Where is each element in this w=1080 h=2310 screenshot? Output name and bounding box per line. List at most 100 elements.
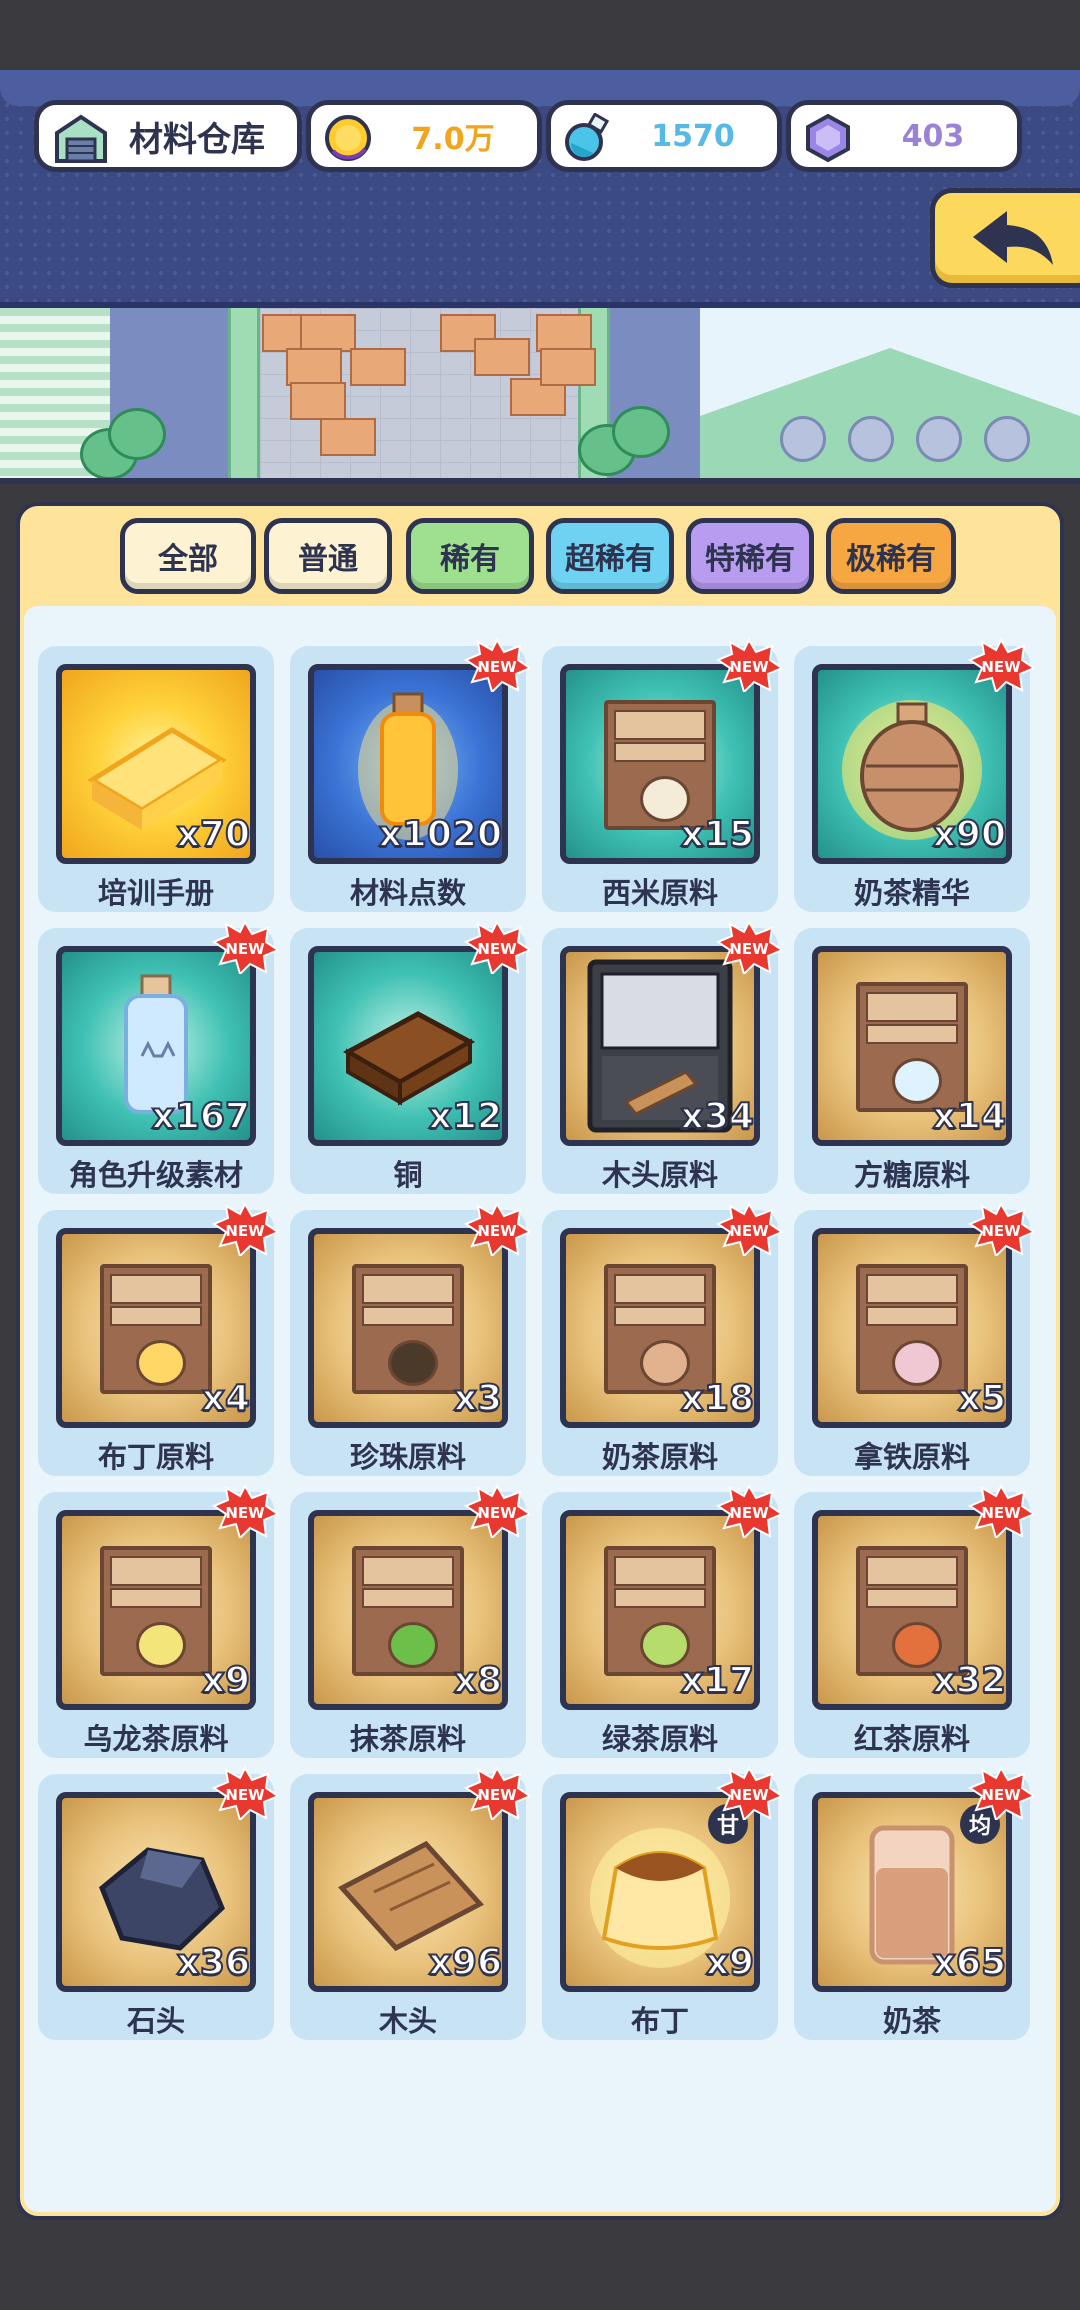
item-card[interactable]: x4 布丁原料 NEW	[38, 1202, 278, 1476]
svg-text:NEW: NEW	[729, 1786, 769, 1804]
item-name: 布丁原料	[97, 1440, 214, 1474]
item-quantity: x90	[932, 813, 1007, 856]
item-name: 奶茶	[882, 2004, 941, 2038]
item-name: 木头原料	[601, 1158, 718, 1192]
item-quantity: x32	[932, 1659, 1007, 1702]
svg-text:NEW: NEW	[477, 1504, 517, 1522]
new-badge-icon: NEW	[212, 920, 278, 974]
item-name: 材料点数	[349, 876, 466, 910]
item-card[interactable]: x9 乌龙茶原料 NEW	[38, 1484, 278, 1758]
item-quantity: x5	[957, 1377, 1007, 1420]
new-badge-icon: NEW	[464, 1766, 530, 1820]
warehouse-title-pill: 材料仓库	[34, 100, 302, 172]
item-name: 铜	[393, 1158, 423, 1192]
new-badge-icon: NEW	[464, 1484, 530, 1538]
svg-text:NEW: NEW	[225, 940, 265, 958]
item-card[interactable]: x1020 材料点数 NEW	[290, 638, 530, 912]
coin-icon	[325, 115, 371, 161]
item-card[interactable]: x5 拿铁原料 NEW	[794, 1202, 1034, 1476]
new-badge-icon: NEW	[968, 1202, 1034, 1256]
svg-text:NEW: NEW	[477, 658, 517, 676]
tab-1[interactable]: 普通	[264, 518, 392, 594]
svg-text:NEW: NEW	[225, 1222, 265, 1240]
new-badge-icon: NEW	[464, 1202, 530, 1256]
item-card[interactable]: x36 石头 NEW	[38, 1766, 278, 2040]
svg-text:NEW: NEW	[729, 1222, 769, 1240]
svg-text:NEW: NEW	[477, 1786, 517, 1804]
item-quantity: x9	[201, 1659, 251, 1702]
new-badge-icon: NEW	[716, 920, 782, 974]
item-card[interactable]: x17 绿茶原料 NEW	[542, 1484, 782, 1758]
item-name: 红茶原料	[853, 1722, 970, 1756]
svg-text:NEW: NEW	[225, 1786, 265, 1804]
svg-text:NEW: NEW	[225, 1504, 265, 1522]
new-badge-icon: NEW	[968, 1484, 1034, 1538]
gem-icon	[806, 113, 850, 163]
gem-counter[interactable]: 403	[786, 100, 1022, 172]
item-quantity: x14	[932, 1095, 1007, 1138]
item-name: 抹茶原料	[349, 1722, 466, 1756]
tab-4[interactable]: 特稀有	[686, 518, 814, 594]
item-quantity: x12	[428, 1095, 503, 1138]
warehouse-scene	[0, 308, 1080, 484]
item-card[interactable]: x34 木头原料 NEW	[542, 920, 782, 1194]
status-bar	[0, 0, 1080, 70]
item-name: 西米原料	[601, 876, 718, 910]
new-badge-icon: NEW	[464, 920, 530, 974]
item-card[interactable]: x65 奶茶均 NEW	[794, 1766, 1034, 2040]
item-quantity: x96	[428, 1941, 503, 1984]
item-card[interactable]: x32 红茶原料 NEW	[794, 1484, 1034, 1758]
tab-5[interactable]: 极稀有	[826, 518, 956, 594]
coin-counter[interactable]: 7.0万	[306, 100, 542, 172]
item-card[interactable]: x90 奶茶精华 NEW	[794, 638, 1034, 912]
coin-value: 7.0万	[411, 122, 495, 157]
item-card[interactable]: x96 木头 NEW	[290, 1766, 530, 2040]
potion-counter[interactable]: 1570	[546, 100, 782, 172]
item-card[interactable]: x15 西米原料 NEW	[542, 638, 782, 912]
svg-text:NEW: NEW	[981, 1786, 1021, 1804]
item-name: 绿茶原料	[601, 1722, 718, 1756]
item-quantity: x167	[151, 1095, 251, 1138]
svg-text:NEW: NEW	[477, 940, 517, 958]
new-badge-icon: NEW	[968, 638, 1034, 692]
item-card[interactable]: x14 方糖原料	[794, 928, 1030, 1194]
back-button[interactable]	[930, 188, 1080, 288]
item-card[interactable]: x18 奶茶原料 NEW	[542, 1202, 782, 1476]
svg-text:NEW: NEW	[729, 658, 769, 676]
item-card[interactable]: x167 角色升级素材 NEW	[38, 920, 278, 1194]
tab-3[interactable]: 超稀有	[546, 518, 674, 594]
new-badge-icon: NEW	[716, 1766, 782, 1820]
item-name: 角色升级素材	[68, 1158, 243, 1192]
item-quantity: x18	[680, 1377, 755, 1420]
item-card[interactable]: x9 布丁甘 NEW	[542, 1766, 782, 2040]
item-name: 布丁	[630, 2004, 689, 2038]
item-quantity: x15	[680, 813, 755, 856]
item-card[interactable]: x12 铜 NEW	[290, 920, 530, 1194]
svg-text:NEW: NEW	[981, 1222, 1021, 1240]
item-name: 石头	[126, 2004, 185, 2038]
tab-2[interactable]: 稀有	[406, 518, 534, 594]
new-badge-icon: NEW	[716, 1202, 782, 1256]
new-badge-icon: NEW	[212, 1484, 278, 1538]
item-name: 木头	[378, 2004, 437, 2038]
svg-text:NEW: NEW	[981, 1504, 1021, 1522]
tab-0[interactable]: 全部	[120, 518, 256, 594]
item-quantity: x34	[680, 1095, 755, 1138]
svg-text:NEW: NEW	[729, 940, 769, 958]
new-badge-icon: NEW	[716, 1484, 782, 1538]
item-name: 奶茶精华	[853, 876, 970, 910]
new-badge-icon: NEW	[464, 638, 530, 692]
item-quantity: x1020	[378, 813, 503, 856]
navigation-bar	[0, 2240, 1080, 2310]
potion-value: 1570	[651, 118, 735, 154]
new-badge-icon: NEW	[968, 1766, 1034, 1820]
item-quantity: x70	[176, 813, 251, 856]
new-badge-icon: NEW	[716, 638, 782, 692]
item-quantity: x9	[705, 1941, 755, 1984]
item-name: 拿铁原料	[853, 1440, 970, 1474]
item-card[interactable]: x8 抹茶原料 NEW	[290, 1484, 530, 1758]
item-quantity: x4	[201, 1377, 251, 1420]
item-card[interactable]: x3 珍珠原料 NEW	[290, 1202, 530, 1476]
svg-text:NEW: NEW	[729, 1504, 769, 1522]
item-card[interactable]: x70 培训手册	[38, 646, 274, 912]
